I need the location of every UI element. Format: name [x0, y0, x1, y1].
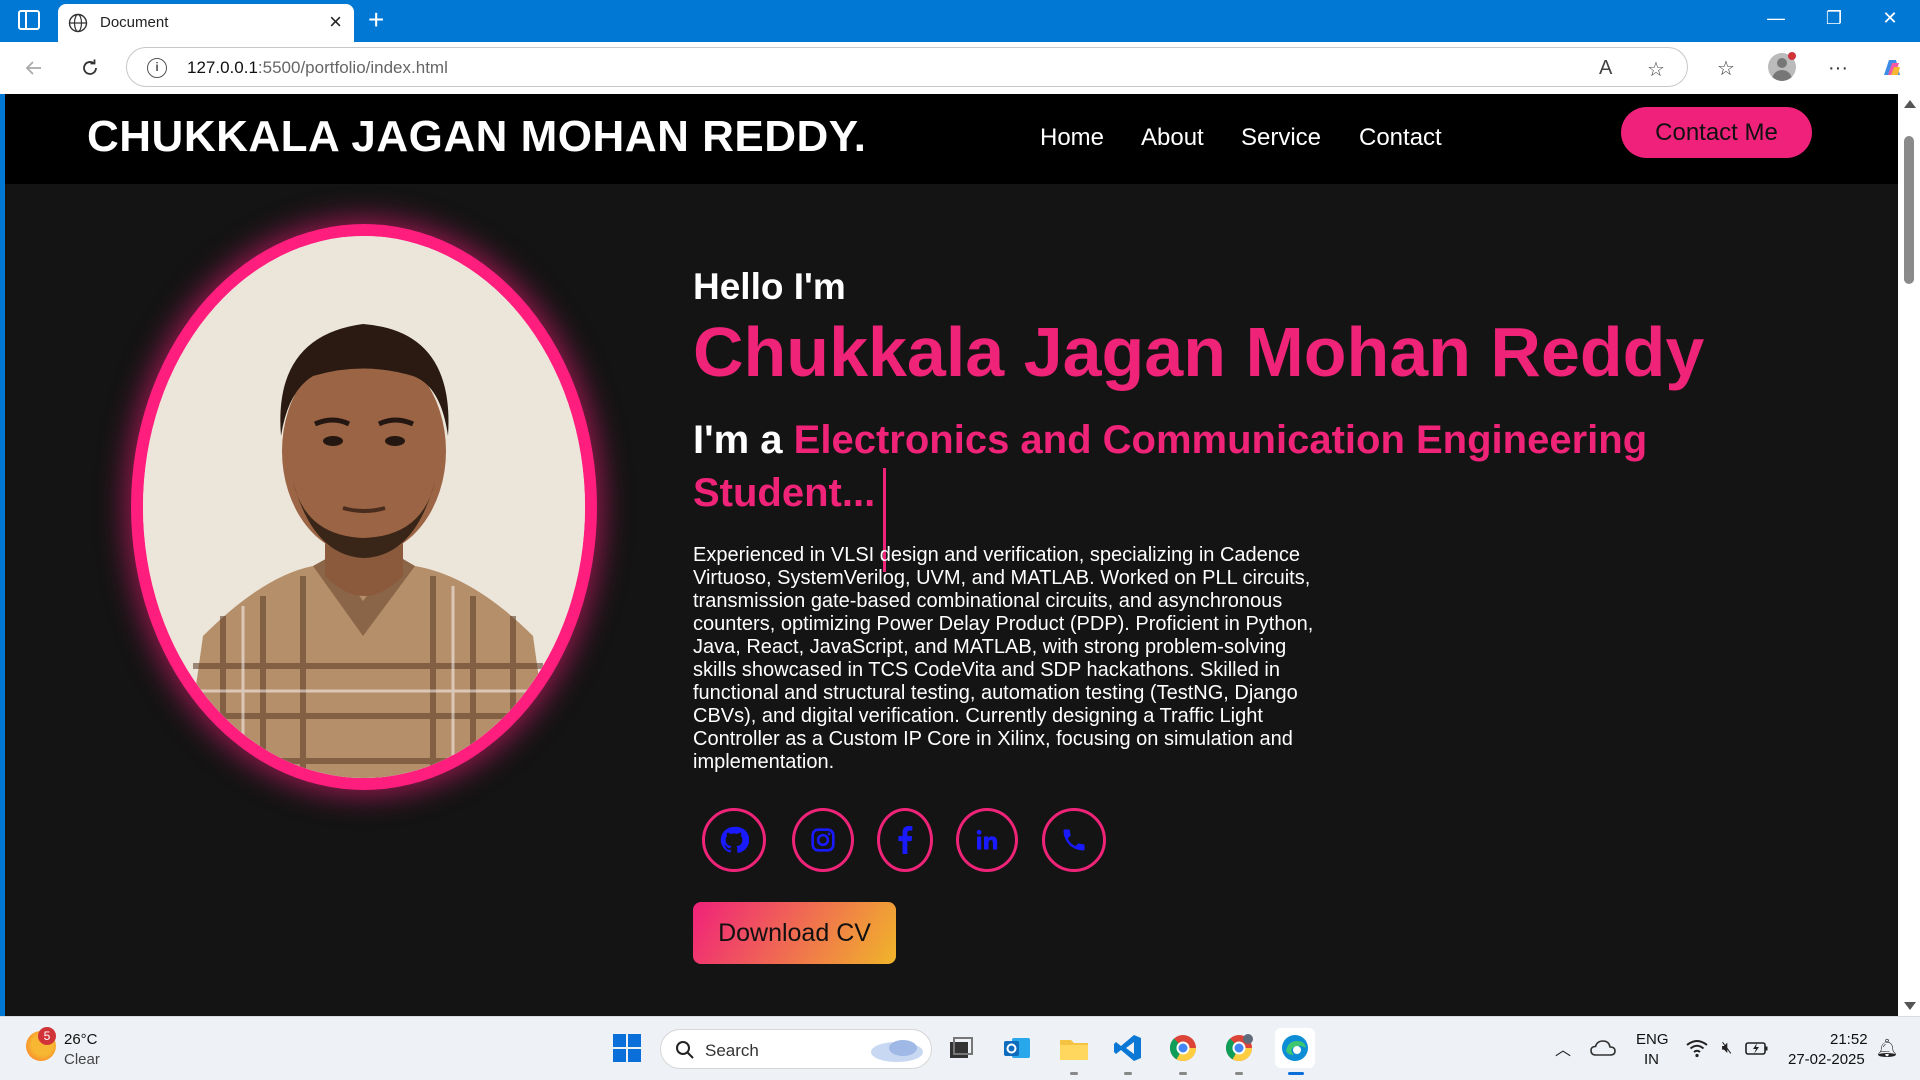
vscode-icon[interactable] [1111, 1031, 1145, 1065]
weather-temperature[interactable]: 26°C [64, 1031, 98, 1048]
github-icon [720, 826, 749, 853]
weather-description[interactable]: Clear [64, 1051, 100, 1068]
download-cv-button[interactable]: Download CV [693, 902, 896, 964]
nav-about[interactable]: About [1141, 124, 1204, 152]
phone-icon [1063, 829, 1085, 851]
nav-home[interactable]: Home [1040, 124, 1104, 152]
close-tab-icon[interactable]: × [329, 10, 342, 34]
instagram-icon [811, 828, 835, 852]
wifi-icon[interactable] [1680, 1031, 1714, 1065]
search-label: Search [705, 1041, 759, 1060]
windows-start-icon[interactable] [610, 1031, 644, 1065]
browser-titlebar: Document × + — ❐ ✕ [0, 0, 1920, 42]
chrome-running-indicator [1179, 1072, 1187, 1075]
onedrive-icon[interactable] [1586, 1031, 1620, 1065]
contact-me-button[interactable]: Contact Me [1621, 107, 1812, 158]
clock-time[interactable]: 21:52 [1830, 1031, 1868, 1048]
facebook-link[interactable] [877, 808, 933, 872]
clock-date[interactable]: 27-02-2025 [1788, 1051, 1865, 1068]
profile-photo [131, 224, 597, 790]
greeting-text: Hello I'm [693, 266, 846, 307]
bio-paragraph: Experienced in VLSI design and verificat… [693, 544, 1314, 773]
github-link[interactable] [702, 808, 766, 872]
url-bar[interactable]: i 127.0.0.1:5500/portfolio/index.html A … [126, 47, 1688, 87]
new-tab-icon[interactable]: + [368, 4, 384, 36]
hero-name: Chukkala Jagan Mohan Reddy [693, 313, 1705, 391]
language-indicator[interactable]: ENG [1636, 1031, 1669, 1048]
weather-badge: 5 [38, 1027, 56, 1045]
show-hidden-icons-icon[interactable]: ︿ [1546, 1031, 1580, 1065]
nav-service[interactable]: Service [1241, 124, 1321, 152]
edge-active-indicator [1288, 1072, 1304, 1075]
search-highlight-icon [871, 1040, 923, 1062]
taskbar-search[interactable]: Search [660, 1029, 932, 1069]
minimize-icon[interactable]: — [1756, 8, 1796, 29]
favorites-icon[interactable]: ☆ [1712, 54, 1740, 82]
instagram-link[interactable] [792, 808, 854, 872]
linkedin-link[interactable] [956, 808, 1018, 872]
region-indicator[interactable]: IN [1644, 1051, 1659, 1068]
search-icon [676, 1041, 694, 1059]
favorite-star-icon[interactable]: ☆ [1647, 57, 1665, 82]
page-scrollbar[interactable] [1898, 94, 1920, 1016]
outlook-icon[interactable] [1000, 1031, 1034, 1065]
scroll-down-icon[interactable] [1904, 1002, 1916, 1010]
task-view-icon[interactable] [944, 1031, 978, 1065]
address-row: i 127.0.0.1:5500/portfolio/index.html A … [0, 42, 1920, 94]
tab-title: Document [100, 14, 169, 31]
back-icon[interactable] [20, 54, 48, 82]
typed-role-text: Electronics and Communication Engineerin… [693, 418, 1648, 515]
chrome-profile-icon[interactable] [1222, 1031, 1256, 1065]
read-aloud-icon[interactable]: A [1599, 57, 1612, 80]
notification-dot [1788, 52, 1796, 60]
linkedin-icon [976, 829, 998, 850]
edge-icon[interactable] [1275, 1028, 1315, 1068]
sidebar-toggle-icon[interactable] [18, 10, 40, 30]
browser-tab[interactable]: Document × [58, 4, 354, 42]
phone-link[interactable] [1042, 808, 1106, 872]
volume-muted-icon[interactable]: 🔇︎ [1710, 1031, 1744, 1065]
url-text: 127.0.0.1:5500/portfolio/index.html [187, 58, 448, 77]
copilot-icon[interactable] [1878, 54, 1906, 82]
more-options-icon[interactable]: ··· [1824, 54, 1852, 82]
profile-photo-image [143, 236, 585, 778]
globe-icon [68, 13, 88, 33]
facebook-icon [898, 826, 913, 854]
windows-taskbar: 5 26°C Clear Search ︿ ENG IN 🔇︎ 21:52 27… [0, 1016, 1920, 1080]
close-window-icon[interactable]: ✕ [1870, 8, 1910, 29]
scroll-up-icon[interactable] [1904, 100, 1916, 108]
site-logo[interactable]: CHUKKALA JAGAN MOHAN REDDY. [87, 112, 866, 162]
restore-icon[interactable]: ❐ [1814, 8, 1854, 29]
page-viewport: CHUKKALA JAGAN MOHAN REDDY. Home About S… [5, 94, 1898, 1016]
site-header: CHUKKALA JAGAN MOHAN REDDY. Home About S… [5, 94, 1898, 184]
file-explorer-icon[interactable] [1057, 1031, 1091, 1065]
chrome-profile-running-indicator [1235, 1072, 1243, 1075]
refresh-icon[interactable] [76, 54, 104, 82]
vscode-running-indicator [1124, 1072, 1132, 1075]
notifications-icon[interactable]: 🔔︎ [1870, 1031, 1904, 1065]
scrollbar-thumb[interactable] [1904, 136, 1914, 284]
battery-icon[interactable] [1740, 1031, 1774, 1065]
explorer-running-indicator [1070, 1072, 1078, 1075]
role-heading: I'm a Electronics and Communication Engi… [693, 418, 1648, 515]
chrome-icon[interactable] [1166, 1031, 1200, 1065]
nav-contact[interactable]: Contact [1359, 124, 1442, 152]
info-icon[interactable]: i [147, 58, 167, 78]
